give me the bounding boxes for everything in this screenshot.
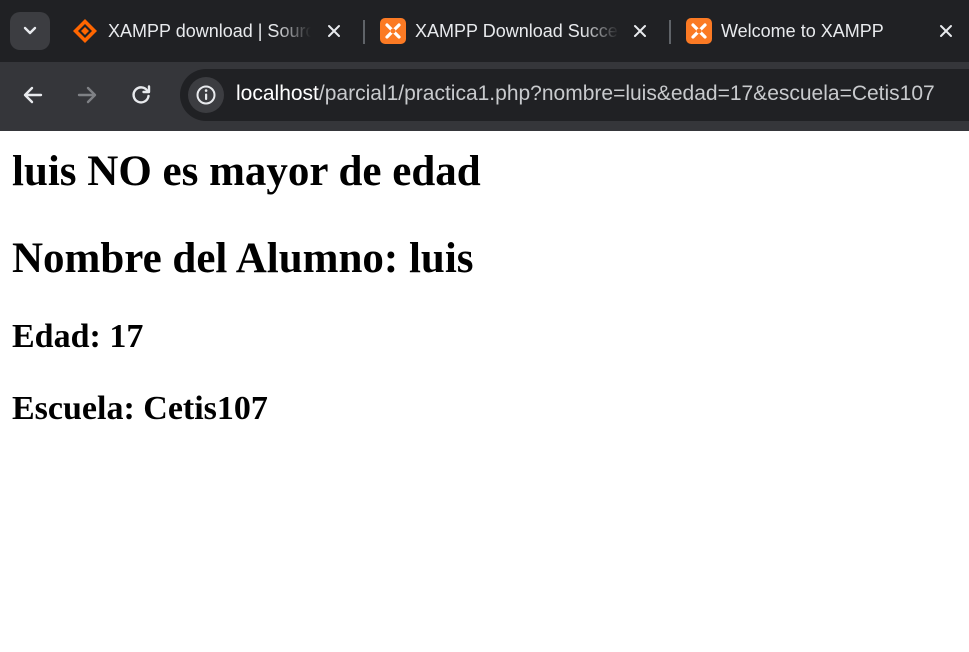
back-button[interactable] xyxy=(14,78,52,112)
tab-title: Welcome to XAMPP xyxy=(721,21,884,41)
reload-icon xyxy=(132,85,151,104)
student-name-heading: Nombre del Alumno: luis xyxy=(12,235,474,282)
tab-search-button[interactable] xyxy=(10,12,50,50)
tab-title: XAMPP Download Success xyxy=(415,21,619,41)
tab-separator xyxy=(669,20,671,44)
arrow-right-icon xyxy=(77,86,97,104)
tab-xampp-download-success[interactable]: XAMPP Download Success xyxy=(378,10,660,52)
tab-title: XAMPP download | SourceForge.net xyxy=(108,21,311,41)
arrow-left-icon xyxy=(23,86,43,104)
url-text[interactable]: localhost/parcial1/practica1.php?nombre=… xyxy=(236,82,935,106)
tab-separator xyxy=(363,20,365,44)
address-bar[interactable]: localhost/parcial1/practica1.php?nombre=… xyxy=(180,69,969,121)
close-icon[interactable] xyxy=(628,19,652,43)
school-heading: Escuela: Cetis107 xyxy=(12,390,268,427)
site-info-button[interactable] xyxy=(188,77,224,113)
url-path: /parcial1/practica1.php?nombre=luis&edad… xyxy=(318,82,935,105)
close-icon[interactable] xyxy=(934,19,958,43)
close-icon[interactable] xyxy=(322,19,346,43)
age-status-heading: luis NO es mayor de edad xyxy=(12,148,481,195)
xampp-icon xyxy=(686,18,712,44)
url-host: localhost xyxy=(236,82,319,105)
xampp-icon xyxy=(380,18,406,44)
age-heading: Edad: 17 xyxy=(12,318,144,355)
forward-button[interactable] xyxy=(68,78,106,112)
info-icon xyxy=(196,85,216,105)
tab-welcome-to-xampp[interactable]: Welcome to XAMPP xyxy=(684,10,969,52)
browser-chrome: XAMPP download | SourceForge.net XAMPP D… xyxy=(0,0,969,131)
chevron-down-icon xyxy=(23,26,37,35)
page-content: luis NO es mayor de edad Nombre del Alum… xyxy=(0,131,969,652)
tab-sourceforge[interactable]: XAMPP download | SourceForge.net xyxy=(70,10,355,52)
sourceforge-icon xyxy=(73,19,97,43)
reload-button[interactable] xyxy=(122,78,160,112)
tab-strip: XAMPP download | SourceForge.net XAMPP D… xyxy=(0,0,969,62)
